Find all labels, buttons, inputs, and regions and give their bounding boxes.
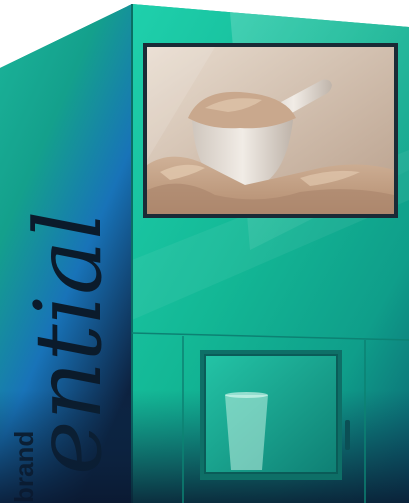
dispenser-door[interactable]: [205, 355, 337, 473]
dispenser-handle[interactable]: [345, 420, 350, 450]
cup-rim: [225, 392, 268, 398]
kiosk-machine: ential brand: [0, 0, 409, 503]
cup: [225, 395, 268, 470]
kiosk-illustration: ential brand: [0, 4, 409, 503]
display-screen[interactable]: [147, 47, 394, 214]
